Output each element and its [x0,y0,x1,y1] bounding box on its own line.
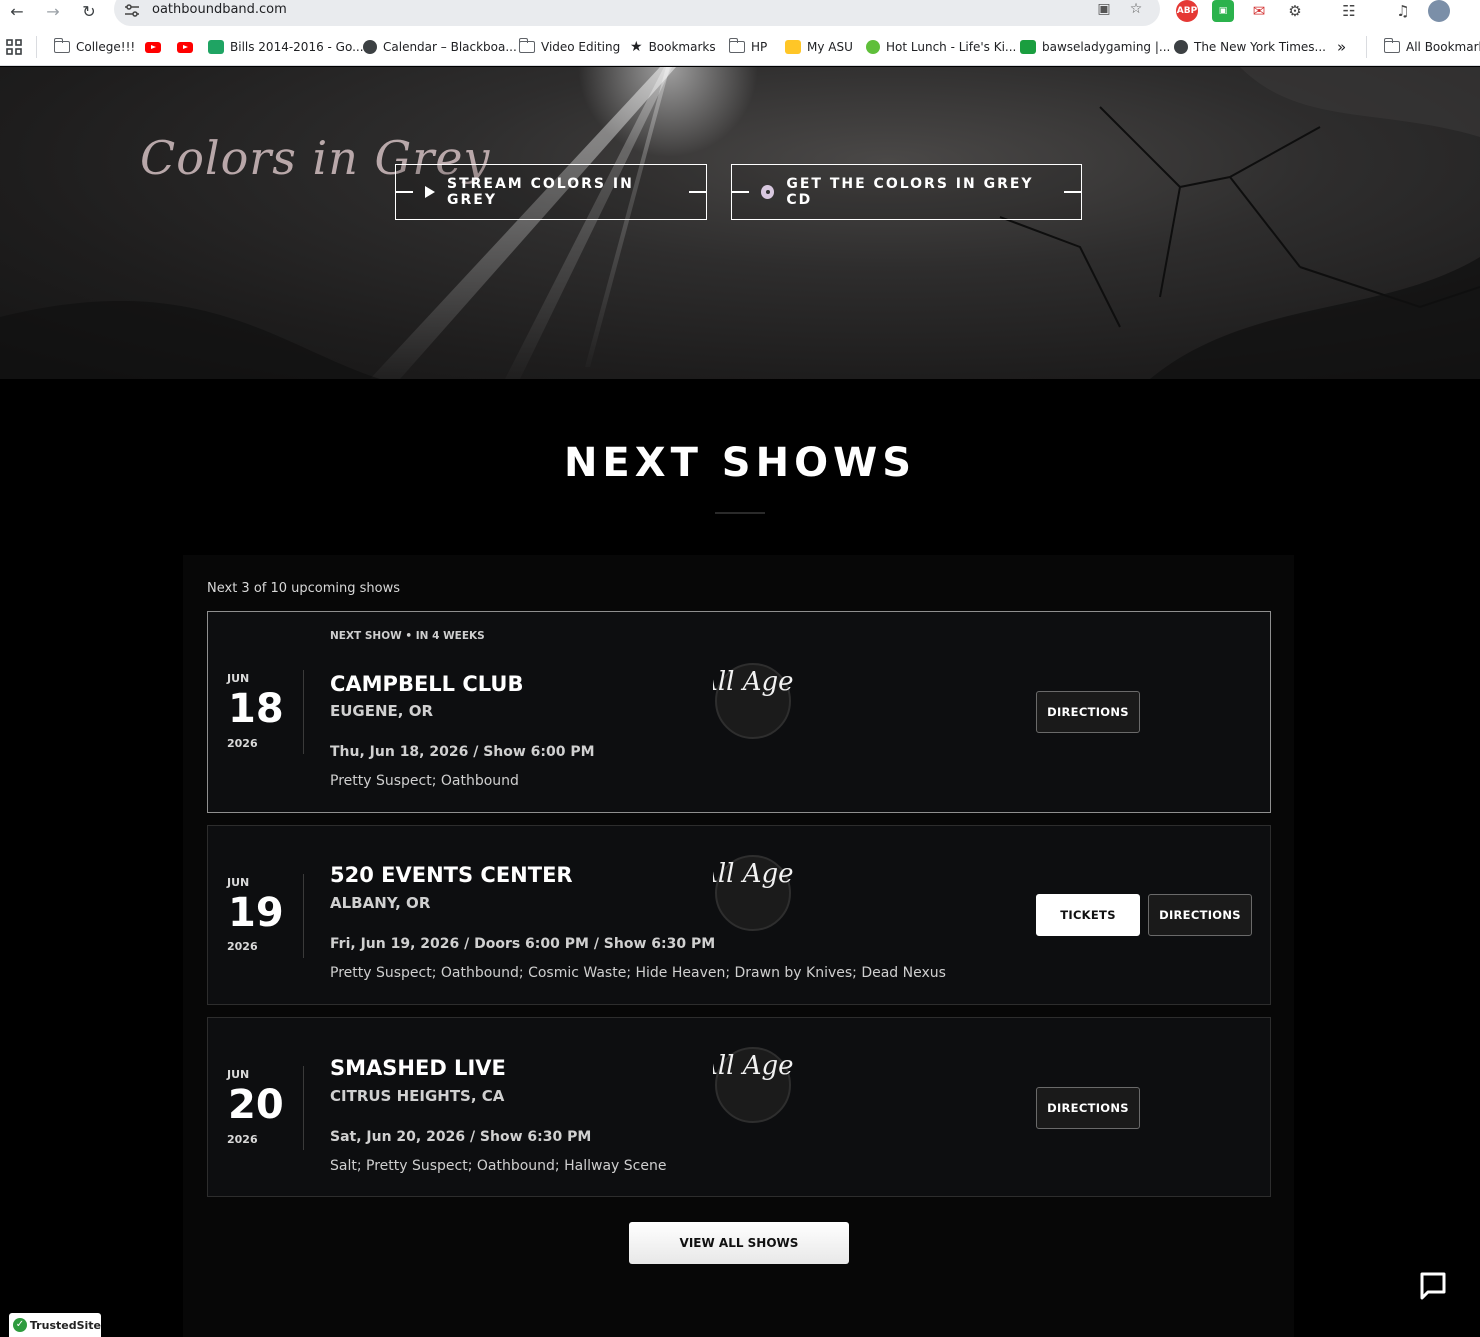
directions-button[interactable]: DIRECTIONS [1148,894,1252,936]
site-settings-icon[interactable] [124,4,140,18]
show-card: JUN 19 2026 520 EVENTS CENTER ALBANY, OR… [207,825,1271,1005]
hero-background-art [0,67,1480,379]
show-day: 20 [228,1082,284,1128]
svg-text:All Ages: All Ages [713,667,793,697]
next-show-badge: NEXT SHOW • IN 4 WEEKS [330,630,485,642]
bookmark-bills[interactable]: Bills 2014-2016 - Go... [208,38,364,56]
folder-icon [728,38,745,53]
all-ages-icon: All Ages [713,855,793,931]
title-divider [715,512,765,514]
chat-bubble-icon[interactable] [1416,1268,1450,1302]
bookmark-youtube-1[interactable] [145,38,161,56]
bookmarks-overflow[interactable]: » [1337,38,1346,56]
show-lineup: Pretty Suspect; Oathbound [330,773,519,789]
show-month: JUN [227,1068,250,1081]
all-ages-icon: All Ages [713,663,793,739]
section-title: NEXT SHOWS [563,440,917,486]
bookmark-star-icon[interactable]: ☆ [1126,1,1146,19]
tickets-button[interactable]: TICKETS [1036,894,1140,936]
svg-text:All Ages: All Ages [713,1051,793,1081]
back-icon[interactable]: ← [6,1,28,23]
address-bar[interactable]: oathboundband.com ▣ ☆ [114,0,1160,26]
show-card: JUN 18 2026 NEXT SHOW • IN 4 WEEKS CAMPB… [207,611,1271,813]
show-datetime: Fri, Jun 19, 2026 / Doors 6:00 PM / Show… [330,936,716,952]
folder-icon [1383,38,1400,53]
show-card: JUN 20 2026 SMASHED LIVE CITRUS HEIGHTS,… [207,1017,1271,1197]
shows-count: Next 3 of 10 upcoming shows [207,581,401,596]
extensions-icon[interactable]: ⚙ [1284,0,1306,22]
show-year: 2026 [227,940,258,953]
star-icon: ★ [630,39,643,55]
bookmark-youtube-2[interactable] [177,38,193,56]
directions-button[interactable]: DIRECTIONS [1036,1087,1140,1129]
youtube-icon [145,41,161,53]
show-month: JUN [227,672,250,685]
show-datetime: Thu, Jun 18, 2026 / Show 6:00 PM [330,744,595,760]
all-ages-icon: All Ages [713,1047,793,1123]
show-city: EUGENE, OR [330,702,434,720]
sheets-icon [208,40,224,54]
bookmark-bawseladygaming[interactable]: bawseladygaming |... [1020,38,1170,56]
bookmark-college[interactable]: College!!! [53,38,135,56]
show-month: JUN [227,876,250,889]
globe-icon [363,40,377,54]
show-city: ALBANY, OR [330,894,431,912]
view-all-shows-button[interactable]: VIEW ALL SHOWS [629,1222,849,1264]
trustedsite-badge[interactable]: ✓ TrustedSite [9,1313,101,1337]
reload-icon[interactable]: ↻ [78,1,100,23]
bookmarks-bar: College!!! Bills 2014-2016 - Go... Calen… [0,28,1480,66]
show-city: CITRUS HEIGHTS, CA [330,1087,505,1105]
adblock-icon[interactable]: ABP [1176,0,1198,22]
buy-cd-button[interactable]: GET THE COLORS IN GREY CD [731,164,1082,220]
show-year: 2026 [227,737,258,750]
show-lineup: Salt; Pretty Suspect; Oathbound; Hallway… [330,1158,667,1174]
bookmark-bookmarks[interactable]: ★ Bookmarks [630,38,716,56]
reading-list-icon[interactable]: ☷ [1338,0,1360,22]
url-text[interactable]: oathboundband.com [152,2,287,17]
bookmark-my-asu[interactable]: My ASU [785,38,853,56]
folder-icon [53,38,70,53]
youtube-icon [177,41,193,53]
bookmark-hp[interactable]: HP [728,38,767,56]
folder-icon [518,38,535,53]
install-app-icon[interactable]: ▣ [1094,1,1114,19]
show-year: 2026 [227,1133,258,1146]
globe-icon [1174,40,1188,54]
cd-icon [761,185,775,199]
show-lineup: Pretty Suspect; Oathbound; Cosmic Waste;… [330,965,946,981]
gaming-icon [1020,40,1036,54]
play-icon [425,186,435,198]
stream-album-button[interactable]: STREAM COLORS IN GREY [395,164,707,220]
directions-button[interactable]: DIRECTIONS [1036,691,1140,733]
profile-avatar[interactable] [1428,0,1450,22]
show-venue: SMASHED LIVE [330,1056,506,1080]
asu-icon [785,40,801,54]
show-day: 19 [228,890,284,936]
bookmark-all-bookmarks[interactable]: All Bookmarks [1383,38,1480,56]
megaphone-icon[interactable]: ✉ [1248,0,1270,22]
svg-text:All Ages: All Ages [713,859,793,889]
album-hero: Colors in Grey STREAM COLORS IN GREY GET… [0,67,1480,379]
checkmark-icon: ✓ [13,1318,27,1332]
bookmark-calendar[interactable]: Calendar – Blackboa... [363,38,517,56]
browser-toolbar: ← → ↻ oathboundband.com ▣ ☆ ABP ▣ ✉ ⚙ ☷ … [0,0,1480,28]
media-control-icon[interactable]: ♫ [1392,0,1414,22]
show-venue: 520 EVENTS CENTER [330,863,573,887]
bookmark-video-editing[interactable]: Video Editing [518,38,620,56]
bookmark-hot-lunch[interactable]: Hot Lunch - Life's Ki... [866,38,1016,56]
show-datetime: Sat, Jun 20, 2026 / Show 6:30 PM [330,1129,592,1145]
apple-icon [866,40,880,54]
apps-grid-icon[interactable] [6,38,22,56]
bookmark-nytimes[interactable]: The New York Times... [1174,38,1326,56]
extension-green-icon[interactable]: ▣ [1212,0,1234,22]
forward-icon[interactable]: → [42,1,64,23]
show-day: 18 [228,686,284,732]
show-venue: CAMPBELL CLUB [330,672,524,696]
